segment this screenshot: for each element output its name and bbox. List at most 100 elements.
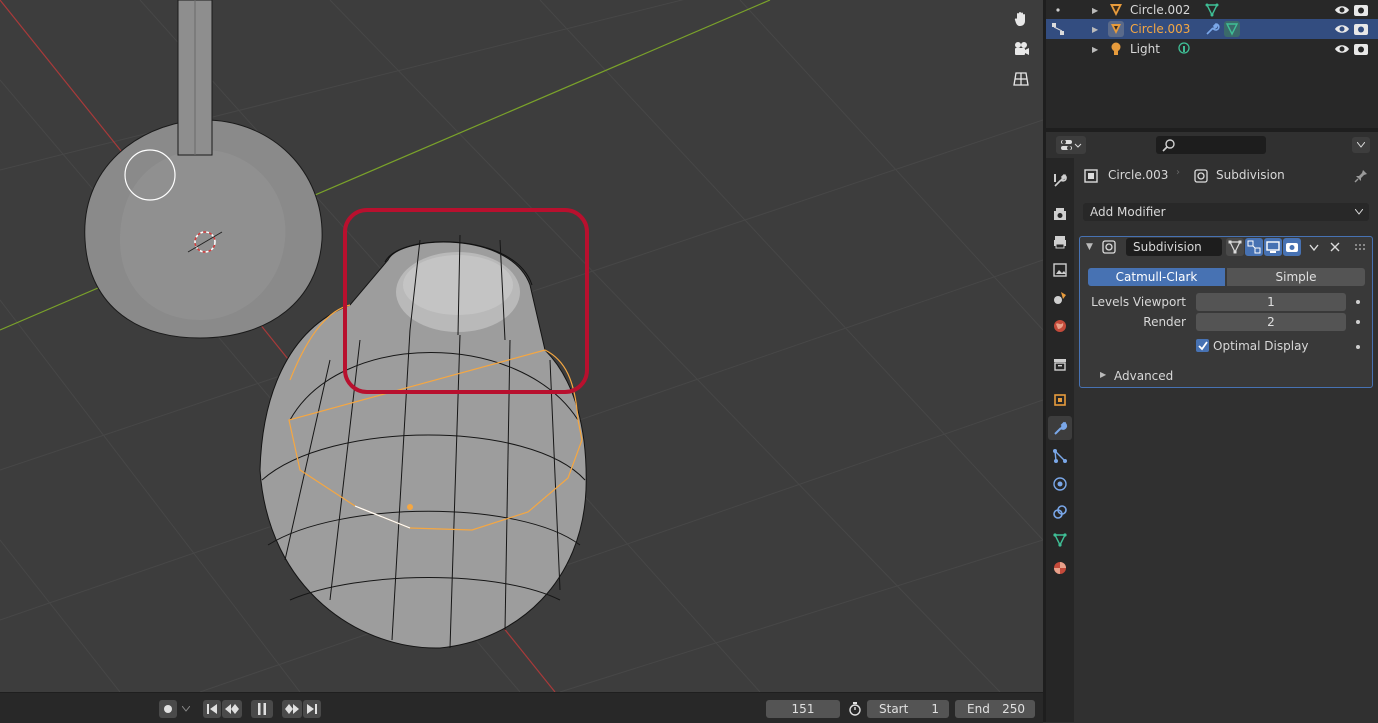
view-layer-tab[interactable] xyxy=(1048,258,1072,282)
viewport-scene xyxy=(0,0,1043,692)
properties-editor: Circle.003 › Subdivision Add Modifier ▼ … xyxy=(1046,158,1378,722)
mesh-data-icon[interactable] xyxy=(1204,2,1220,18)
end-value: 250 xyxy=(1002,702,1025,716)
constraints-tab[interactable] xyxy=(1048,500,1072,524)
stopwatch-icon[interactable] xyxy=(846,700,864,718)
output-tab[interactable] xyxy=(1048,230,1072,254)
eye-icon[interactable] xyxy=(1334,41,1350,57)
camera-view-icon[interactable] xyxy=(1007,36,1035,62)
particles-tab[interactable] xyxy=(1048,444,1072,468)
modifier-name-field[interactable]: Subdivision xyxy=(1126,238,1222,256)
chevron-down-icon xyxy=(1355,209,1363,215)
wrench-icon[interactable] xyxy=(1204,21,1220,37)
modifier-tab[interactable] xyxy=(1048,416,1072,440)
end-frame-field[interactable]: End 250 xyxy=(955,700,1035,718)
optimal-display-checkbox[interactable] xyxy=(1196,339,1209,352)
edit-mode-icon xyxy=(1247,240,1261,254)
add-modifier-label: Add Modifier xyxy=(1090,205,1166,219)
jump-start-button[interactable] xyxy=(203,700,221,718)
light-object-icon xyxy=(1108,41,1124,57)
render-label: Render xyxy=(1143,315,1186,329)
collapse-arrow-icon[interactable]: ▼ xyxy=(1086,242,1093,252)
breadcrumb-object: Circle.003 xyxy=(1108,168,1169,182)
camera-render-icon[interactable] xyxy=(1353,21,1369,37)
timeline-bar: 151 Start 1 End 250 xyxy=(0,692,1043,723)
add-modifier-dropdown[interactable]: Add Modifier xyxy=(1083,203,1369,221)
camera-render-icon[interactable] xyxy=(1353,2,1369,18)
keyframe-dot-icon[interactable] xyxy=(1356,300,1360,304)
render-tab[interactable] xyxy=(1048,202,1072,226)
tool-icon xyxy=(1054,174,1067,187)
viewport-toggle[interactable] xyxy=(1264,238,1282,256)
drag-handle-icon[interactable] xyxy=(1355,244,1367,252)
outliner-row[interactable]: ▶ Light xyxy=(1046,39,1378,59)
advanced-subpanel-header[interactable]: ▶ Advanced xyxy=(1100,368,1300,384)
pause-button[interactable] xyxy=(251,700,273,718)
on-cage-toggle[interactable] xyxy=(1226,238,1244,256)
mesh-data-icon[interactable] xyxy=(1224,21,1240,37)
keyframe-dot-icon[interactable] xyxy=(1356,320,1360,324)
keyframe-dot-icon[interactable] xyxy=(1356,345,1360,349)
modifier-icon xyxy=(1194,169,1208,183)
editor-type-icon xyxy=(1061,140,1082,150)
wrench-icon xyxy=(1054,421,1068,435)
light-data-icon[interactable] xyxy=(1176,41,1192,57)
scene-tab[interactable] xyxy=(1048,286,1072,310)
breadcrumb: Circle.003 › Subdivision xyxy=(1084,166,1374,186)
eye-icon[interactable] xyxy=(1334,21,1350,37)
levels-viewport-value: 1 xyxy=(1267,295,1275,309)
outliner: ▶ Circle.002 ▶ Circle.003 ▶ Light xyxy=(1046,0,1378,128)
camera-render-icon[interactable] xyxy=(1353,41,1369,57)
outliner-row[interactable]: ▶ Circle.002 xyxy=(1046,0,1378,20)
subdivision-modifier-panel: ▼ Subdivision Catmull-Clark Simple Level… xyxy=(1079,236,1373,388)
object-tab[interactable] xyxy=(1048,388,1072,412)
outliner-row-selected[interactable]: ▶ Circle.003 xyxy=(1046,19,1378,39)
render-toggle[interactable] xyxy=(1283,238,1301,256)
simple-button[interactable]: Simple xyxy=(1227,268,1365,286)
mesh-object-icon xyxy=(1108,21,1124,37)
physics-icon xyxy=(1053,477,1067,491)
prev-keyframe-button[interactable] xyxy=(222,700,242,718)
collection-tab[interactable] xyxy=(1048,352,1072,376)
levels-viewport-field[interactable]: 1 xyxy=(1196,293,1346,311)
keyframe-record-button[interactable] xyxy=(159,700,177,718)
levels-viewport-label: Levels Viewport xyxy=(1091,295,1186,309)
3d-viewport[interactable] xyxy=(0,0,1043,692)
eye-icon[interactable] xyxy=(1334,2,1350,18)
next-keyframe-button[interactable] xyxy=(282,700,302,718)
expand-arrow-icon[interactable]: ▶ xyxy=(1092,6,1098,15)
world-icon xyxy=(1054,320,1066,332)
object-icon xyxy=(1084,169,1098,183)
pin-icon[interactable] xyxy=(1354,169,1368,183)
current-frame-value: 151 xyxy=(791,702,815,716)
chevron-down-icon[interactable] xyxy=(1309,244,1319,252)
editor-type-button[interactable] xyxy=(1056,136,1086,154)
chevron-down-icon[interactable] xyxy=(178,700,194,718)
render-levels-field[interactable]: 2 xyxy=(1196,313,1346,331)
edit-mode-icon[interactable] xyxy=(1050,21,1066,37)
edit-mode-toggle[interactable] xyxy=(1245,238,1263,256)
collection-icon xyxy=(1054,359,1066,371)
modifier-name-value: Subdivision xyxy=(1133,240,1202,254)
material-tab[interactable] xyxy=(1048,556,1072,580)
expand-arrow-icon[interactable]: ▶ xyxy=(1092,45,1098,54)
physics-tab[interactable] xyxy=(1048,472,1072,496)
pan-hand-icon[interactable] xyxy=(1007,6,1035,32)
jump-end-button[interactable] xyxy=(303,700,321,718)
current-frame-field[interactable]: 151 xyxy=(766,700,840,718)
end-label: End xyxy=(967,702,990,716)
constraints-icon xyxy=(1053,505,1067,519)
particles-icon xyxy=(1053,449,1067,463)
world-tab[interactable] xyxy=(1048,314,1072,338)
tool-tab[interactable] xyxy=(1048,168,1072,192)
perspective-grid-icon[interactable] xyxy=(1007,66,1035,92)
outliner-item-name: Light xyxy=(1130,42,1160,56)
search-input[interactable] xyxy=(1156,136,1266,154)
catmull-clark-button[interactable]: Catmull-Clark xyxy=(1088,268,1225,286)
close-icon[interactable] xyxy=(1330,242,1340,252)
options-dropdown[interactable] xyxy=(1352,137,1370,153)
data-tab[interactable] xyxy=(1048,528,1072,552)
expand-arrow-icon[interactable]: ▶ xyxy=(1092,25,1098,34)
simple-label: Simple xyxy=(1275,270,1317,284)
start-frame-field[interactable]: Start 1 xyxy=(867,700,949,718)
